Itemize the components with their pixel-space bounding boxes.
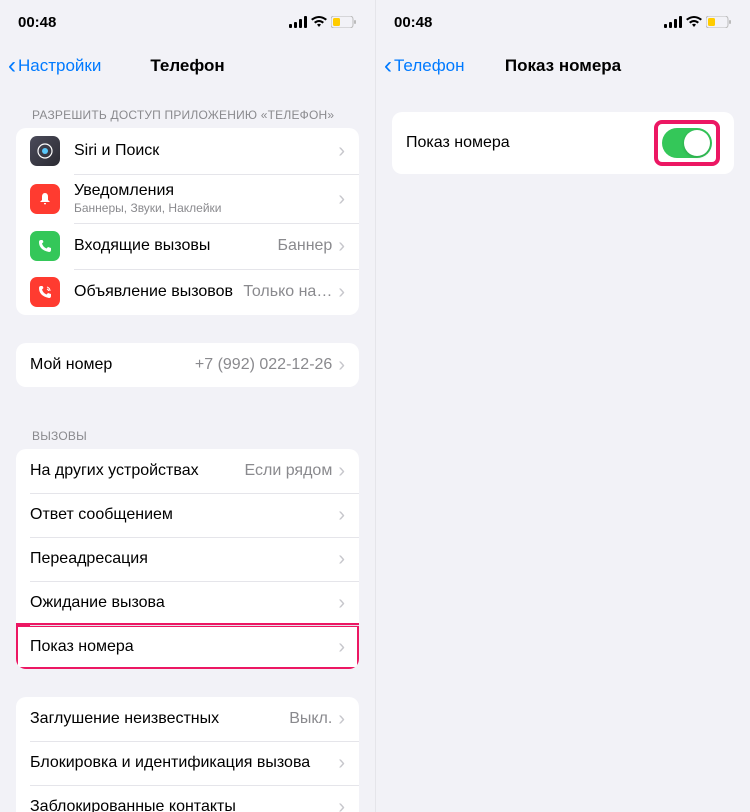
status-time: 00:48	[18, 14, 56, 31]
back-button[interactable]: ‹ Телефон	[384, 54, 465, 78]
row-value: +7 (992) 022-12-26	[195, 356, 332, 374]
row-label: Мой номер	[30, 356, 195, 374]
row-label: На других устройствах	[30, 462, 245, 480]
status-bar: 00:48	[0, 0, 375, 44]
row-label: Ожидание вызова	[30, 594, 338, 612]
nav-bar: ‹ Телефон Показ номера	[376, 44, 750, 88]
chevron-right-icon: ›	[338, 637, 345, 657]
group-allow: Siri и Поиск › Уведомления Баннеры, Звук…	[16, 128, 359, 315]
bell-icon	[30, 184, 60, 214]
row-call-waiting[interactable]: Ожидание вызова ›	[16, 581, 359, 625]
row-value: Только на…	[243, 283, 332, 301]
row-announce-calls[interactable]: Объявление вызовов Только на… ›	[16, 269, 359, 315]
row-label: Показ номера	[30, 638, 338, 656]
row-call-forwarding[interactable]: Переадресация ›	[16, 537, 359, 581]
row-other-devices[interactable]: На других устройствах Если рядом ›	[16, 449, 359, 493]
chevron-right-icon: ›	[338, 141, 345, 161]
chevron-right-icon: ›	[338, 709, 345, 729]
screen-show-caller-id: 00:48 ‹ Телефон Показ номера Показ номер…	[375, 0, 750, 812]
section-header-allow: РАЗРЕШИТЬ ДОСТУП ПРИЛОЖЕНИЮ «ТЕЛЕФОН»	[0, 94, 375, 128]
row-siri-search[interactable]: Siri и Поиск ›	[16, 128, 359, 174]
chevron-right-icon: ›	[338, 236, 345, 256]
row-label: Объявление вызовов	[74, 283, 243, 301]
row-value: Выкл.	[289, 710, 332, 728]
section-header-calls: ВЫЗОВЫ	[0, 415, 375, 449]
row-my-number[interactable]: Мой номер +7 (992) 022-12-26 ›	[16, 343, 359, 387]
announce-icon	[30, 277, 60, 307]
status-icons	[289, 16, 357, 28]
chevron-right-icon: ›	[338, 797, 345, 812]
chevron-left-icon: ‹	[8, 54, 16, 78]
caller-id-toggle[interactable]	[662, 128, 712, 158]
siri-icon	[30, 136, 60, 166]
chevron-right-icon: ›	[338, 355, 345, 375]
chevron-right-icon: ›	[338, 282, 345, 302]
status-bar: 00:48	[376, 0, 750, 44]
chevron-right-icon: ›	[338, 549, 345, 569]
chevron-right-icon: ›	[338, 505, 345, 525]
back-button[interactable]: ‹ Настройки	[8, 54, 101, 78]
row-show-caller-id[interactable]: Показ номера ›	[16, 625, 359, 669]
chevron-right-icon: ›	[338, 593, 345, 613]
content: РАЗРЕШИТЬ ДОСТУП ПРИЛОЖЕНИЮ «ТЕЛЕФОН» Si…	[0, 88, 375, 812]
battery-icon	[706, 16, 732, 28]
chevron-right-icon: ›	[338, 461, 345, 481]
row-notifications[interactable]: Уведомления Баннеры, Звуки, Наклейки ›	[16, 174, 359, 223]
wifi-icon	[686, 16, 702, 28]
highlight-box	[654, 120, 720, 166]
toggle-knob	[684, 130, 710, 156]
screen-phone-settings: 00:48 ‹ Настройки Телефон РАЗРЕШИТЬ ДОСТ…	[0, 0, 375, 812]
back-label: Настройки	[18, 56, 101, 76]
battery-icon	[331, 16, 357, 28]
row-label: Показ номера	[406, 134, 654, 152]
row-label: Уведомления	[74, 182, 338, 200]
page-title: Телефон	[150, 56, 224, 76]
row-blocked-contacts[interactable]: Заблокированные контакты ›	[16, 785, 359, 812]
row-label: Переадресация	[30, 550, 338, 568]
status-icons	[664, 16, 732, 28]
group-extra: Заглушение неизвестных Выкл. › Блокировк…	[16, 697, 359, 812]
nav-bar: ‹ Настройки Телефон	[0, 44, 375, 88]
row-value: Если рядом	[245, 462, 333, 480]
row-subtitle: Баннеры, Звуки, Наклейки	[74, 201, 338, 215]
row-label: Siri и Поиск	[74, 142, 338, 160]
row-show-caller-id-toggle: Показ номера	[392, 112, 734, 174]
row-incoming-calls[interactable]: Входящие вызовы Баннер ›	[16, 223, 359, 269]
group-my-number: Мой номер +7 (992) 022-12-26 ›	[16, 343, 359, 387]
row-label: Входящие вызовы	[74, 237, 277, 255]
row-block-identify[interactable]: Блокировка и идентификация вызова ›	[16, 741, 359, 785]
row-label: Блокировка и идентификация вызова	[30, 754, 338, 772]
row-value: Баннер	[277, 237, 332, 255]
group-caller-id-toggle: Показ номера	[392, 112, 734, 174]
chevron-right-icon: ›	[338, 189, 345, 209]
chevron-right-icon: ›	[338, 753, 345, 773]
row-label: Заблокированные контакты	[30, 798, 338, 812]
content: Показ номера	[376, 88, 750, 812]
status-time: 00:48	[394, 14, 432, 31]
page-title: Показ номера	[505, 56, 621, 76]
back-label: Телефон	[394, 56, 465, 76]
cellular-icon	[664, 16, 682, 28]
row-reply-message[interactable]: Ответ сообщением ›	[16, 493, 359, 537]
row-label: Ответ сообщением	[30, 506, 338, 524]
wifi-icon	[311, 16, 327, 28]
row-label: Заглушение неизвестных	[30, 710, 289, 728]
group-calls: На других устройствах Если рядом › Ответ…	[16, 449, 359, 669]
cellular-icon	[289, 16, 307, 28]
row-silence-unknown[interactable]: Заглушение неизвестных Выкл. ›	[16, 697, 359, 741]
chevron-left-icon: ‹	[384, 54, 392, 78]
phone-incoming-icon	[30, 231, 60, 261]
